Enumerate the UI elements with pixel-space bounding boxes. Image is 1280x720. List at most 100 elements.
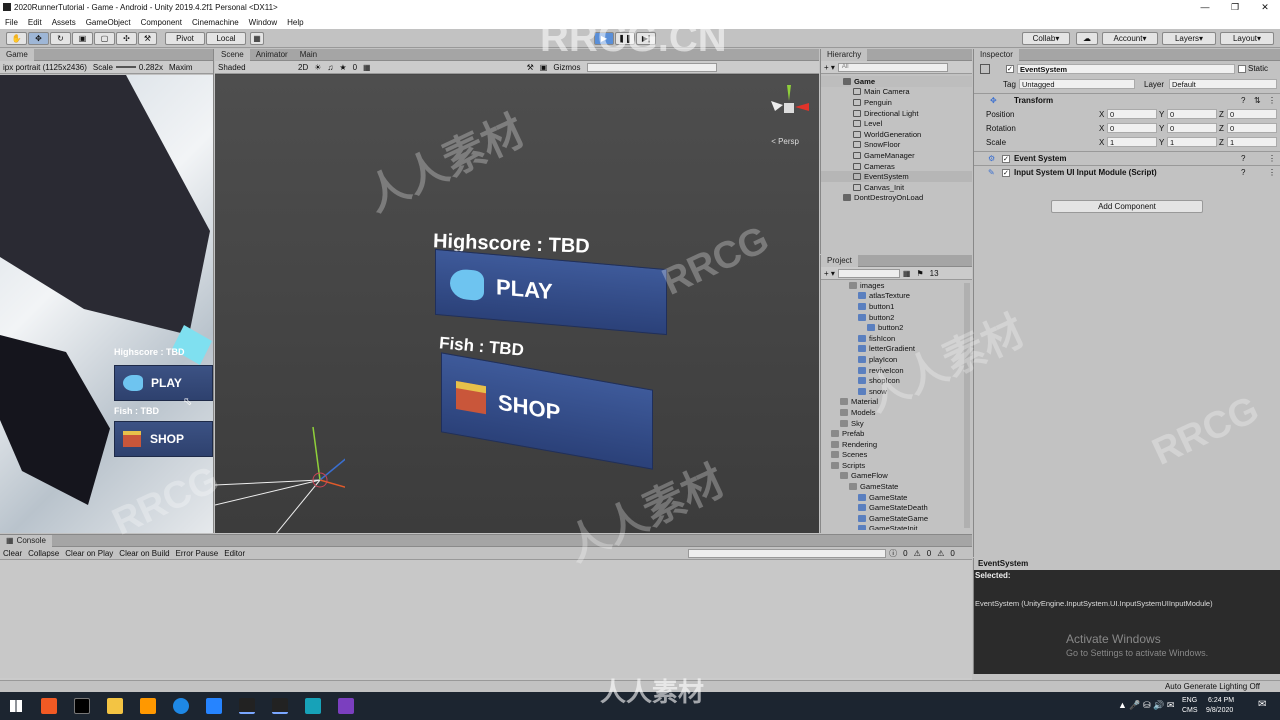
project-item[interactable]: Prefab: [821, 428, 972, 439]
lang-bottom[interactable]: CMS: [1182, 707, 1198, 714]
console-log-area[interactable]: [0, 560, 972, 678]
persp-label[interactable]: < Persp: [771, 137, 799, 146]
pivot-toggle[interactable]: Pivot: [165, 32, 205, 45]
hierarchy-item[interactable]: Canvas_Init: [821, 182, 972, 193]
project-item[interactable]: GameStateDeath: [821, 502, 972, 513]
preset-icon[interactable]: ⇅: [1254, 96, 1261, 105]
menu-help[interactable]: Help: [282, 18, 308, 27]
hierarchy-search-input[interactable]: All: [837, 62, 948, 72]
project-item[interactable]: Models: [821, 407, 972, 418]
snap-icon[interactable]: ▦: [250, 32, 264, 45]
help-icon[interactable]: ?: [1241, 168, 1245, 177]
game-viewport[interactable]: Highscore : TBD PLAY Fish : TBD SHOP ⬁: [0, 75, 213, 533]
layers-dropdown[interactable]: Layers ▾: [1162, 32, 1216, 45]
warning-icon[interactable]: ⚠: [911, 549, 924, 558]
pause-button[interactable]: ❚❚: [615, 32, 635, 45]
add-component-button[interactable]: Add Component: [1051, 200, 1203, 213]
project-item[interactable]: GameStateGame: [821, 513, 972, 524]
scale-tool-icon[interactable]: ▣: [72, 32, 93, 45]
maximize-button[interactable]: ❐: [1220, 0, 1250, 15]
shading-dropdown[interactable]: Shaded: [215, 63, 295, 72]
scale-y[interactable]: 1: [1167, 137, 1217, 147]
notifications-icon[interactable]: ✉: [1258, 699, 1266, 710]
dont-destroy-row[interactable]: DontDestroyOnLoad: [821, 193, 972, 204]
terminal-icon[interactable]: [74, 698, 90, 714]
project-item[interactable]: snow: [821, 386, 972, 397]
menu-edit[interactable]: Edit: [23, 18, 47, 27]
hierarchy-item[interactable]: Cameras: [821, 161, 972, 172]
effects-icon[interactable]: ★: [336, 63, 349, 72]
account-dropdown[interactable]: Account ▾: [1102, 32, 1158, 45]
tab-project[interactable]: Project: [821, 254, 858, 267]
local-toggle[interactable]: Local: [206, 32, 246, 45]
cloud-icon[interactable]: ☁: [1076, 32, 1098, 45]
custom-tool-icon[interactable]: ⚒: [138, 32, 157, 45]
console-search-input[interactable]: [688, 548, 887, 558]
error-icon[interactable]: ⚠: [934, 549, 947, 558]
scale-x[interactable]: 1: [1107, 137, 1157, 147]
input-module-header[interactable]: Input System UI Input Module (Script): [1014, 168, 1157, 177]
help-icon[interactable]: ?: [1241, 96, 1245, 105]
clear-on-build-button[interactable]: Clear on Build: [116, 549, 172, 558]
orientation-gizmo[interactable]: [765, 79, 815, 139]
maximize-toggle[interactable]: Maxim: [166, 63, 196, 72]
project-item[interactable]: GameFlow: [821, 471, 972, 482]
hierarchy-item[interactable]: Directional Light: [821, 108, 972, 119]
step-button[interactable]: ▶|: [636, 32, 656, 45]
hierarchy-item[interactable]: Penguin: [821, 97, 972, 108]
menu-gameobject[interactable]: GameObject: [81, 18, 136, 27]
transform-tool-icon[interactable]: ✣: [116, 32, 137, 45]
sourcetree-icon[interactable]: [206, 698, 222, 714]
scene-viewport[interactable]: Highscore : TBD PLAY Fish : TBD SHOP < P…: [215, 75, 819, 533]
play-button[interactable]: ▶: [594, 32, 614, 45]
label-icon[interactable]: ⚑: [913, 269, 926, 278]
input-module-checkbox[interactable]: ✓: [1002, 169, 1010, 177]
file-explorer-icon[interactable]: [107, 698, 123, 714]
project-item[interactable]: Scripts: [821, 460, 972, 471]
menu-window[interactable]: Window: [244, 18, 282, 27]
hierarchy-root[interactable]: Game: [821, 76, 972, 87]
scene-play-button[interactable]: PLAY: [435, 248, 667, 336]
info-icon[interactable]: ⓘ: [886, 548, 900, 559]
filter-icon[interactable]: ▦: [900, 269, 914, 278]
tab-animator[interactable]: Animator: [250, 49, 294, 61]
gizmos-dropdown[interactable]: Gizmos: [550, 63, 583, 72]
event-system-checkbox[interactable]: ✓: [1002, 155, 1010, 163]
project-item[interactable]: shopIcon: [821, 375, 972, 386]
menu-component[interactable]: Component: [136, 18, 187, 27]
hierarchy-item[interactable]: GameManager: [821, 150, 972, 161]
sublime-icon[interactable]: [140, 698, 156, 714]
light-toggle-icon[interactable]: ☀: [311, 63, 324, 72]
position-z[interactable]: 0: [1227, 109, 1277, 119]
grid-toggle-icon[interactable]: ▦: [360, 63, 374, 72]
project-item[interactable]: Rendering: [821, 439, 972, 450]
project-item[interactable]: letterGradient: [821, 344, 972, 355]
tab-hierarchy[interactable]: Hierarchy: [821, 48, 868, 61]
scene-search-input[interactable]: [587, 62, 718, 72]
rect-tool-icon[interactable]: ▢: [94, 32, 115, 45]
project-item[interactable]: fishIcon: [821, 333, 972, 344]
menu-cinemachine[interactable]: Cinemachine: [187, 18, 244, 27]
gitkraken-icon[interactable]: [305, 698, 321, 714]
collab-dropdown[interactable]: Collab ▾: [1022, 32, 1070, 45]
clock-time[interactable]: 6:24 PM: [1208, 697, 1234, 704]
active-checkbox[interactable]: ✓: [1006, 65, 1014, 73]
rotation-y[interactable]: 0: [1167, 123, 1217, 133]
hierarchy-item[interactable]: Level: [821, 118, 972, 129]
transform-header[interactable]: Transform: [1014, 96, 1053, 105]
tab-scene[interactable]: Scene: [215, 48, 250, 61]
windows-start-icon[interactable]: [10, 700, 22, 712]
project-item[interactable]: images: [821, 280, 972, 291]
project-item[interactable]: Scenes: [821, 450, 972, 461]
rotation-x[interactable]: 0: [1107, 123, 1157, 133]
project-create-dropdown[interactable]: + ▾: [821, 269, 838, 278]
game-play-button[interactable]: PLAY: [114, 365, 213, 401]
2d-toggle[interactable]: 2D: [295, 63, 311, 72]
layer-dropdown[interactable]: Default: [1169, 79, 1277, 89]
help-icon[interactable]: ?: [1241, 154, 1245, 163]
object-name-input[interactable]: EventSystem: [1017, 64, 1235, 74]
project-item[interactable]: GameStateInit: [821, 524, 972, 530]
tray-icons[interactable]: ▲ 🎤 ⛁ 🔊 ✉: [1118, 700, 1174, 711]
component-menu-icon[interactable]: ⋮: [1268, 96, 1276, 105]
scale-slider[interactable]: [115, 66, 136, 68]
